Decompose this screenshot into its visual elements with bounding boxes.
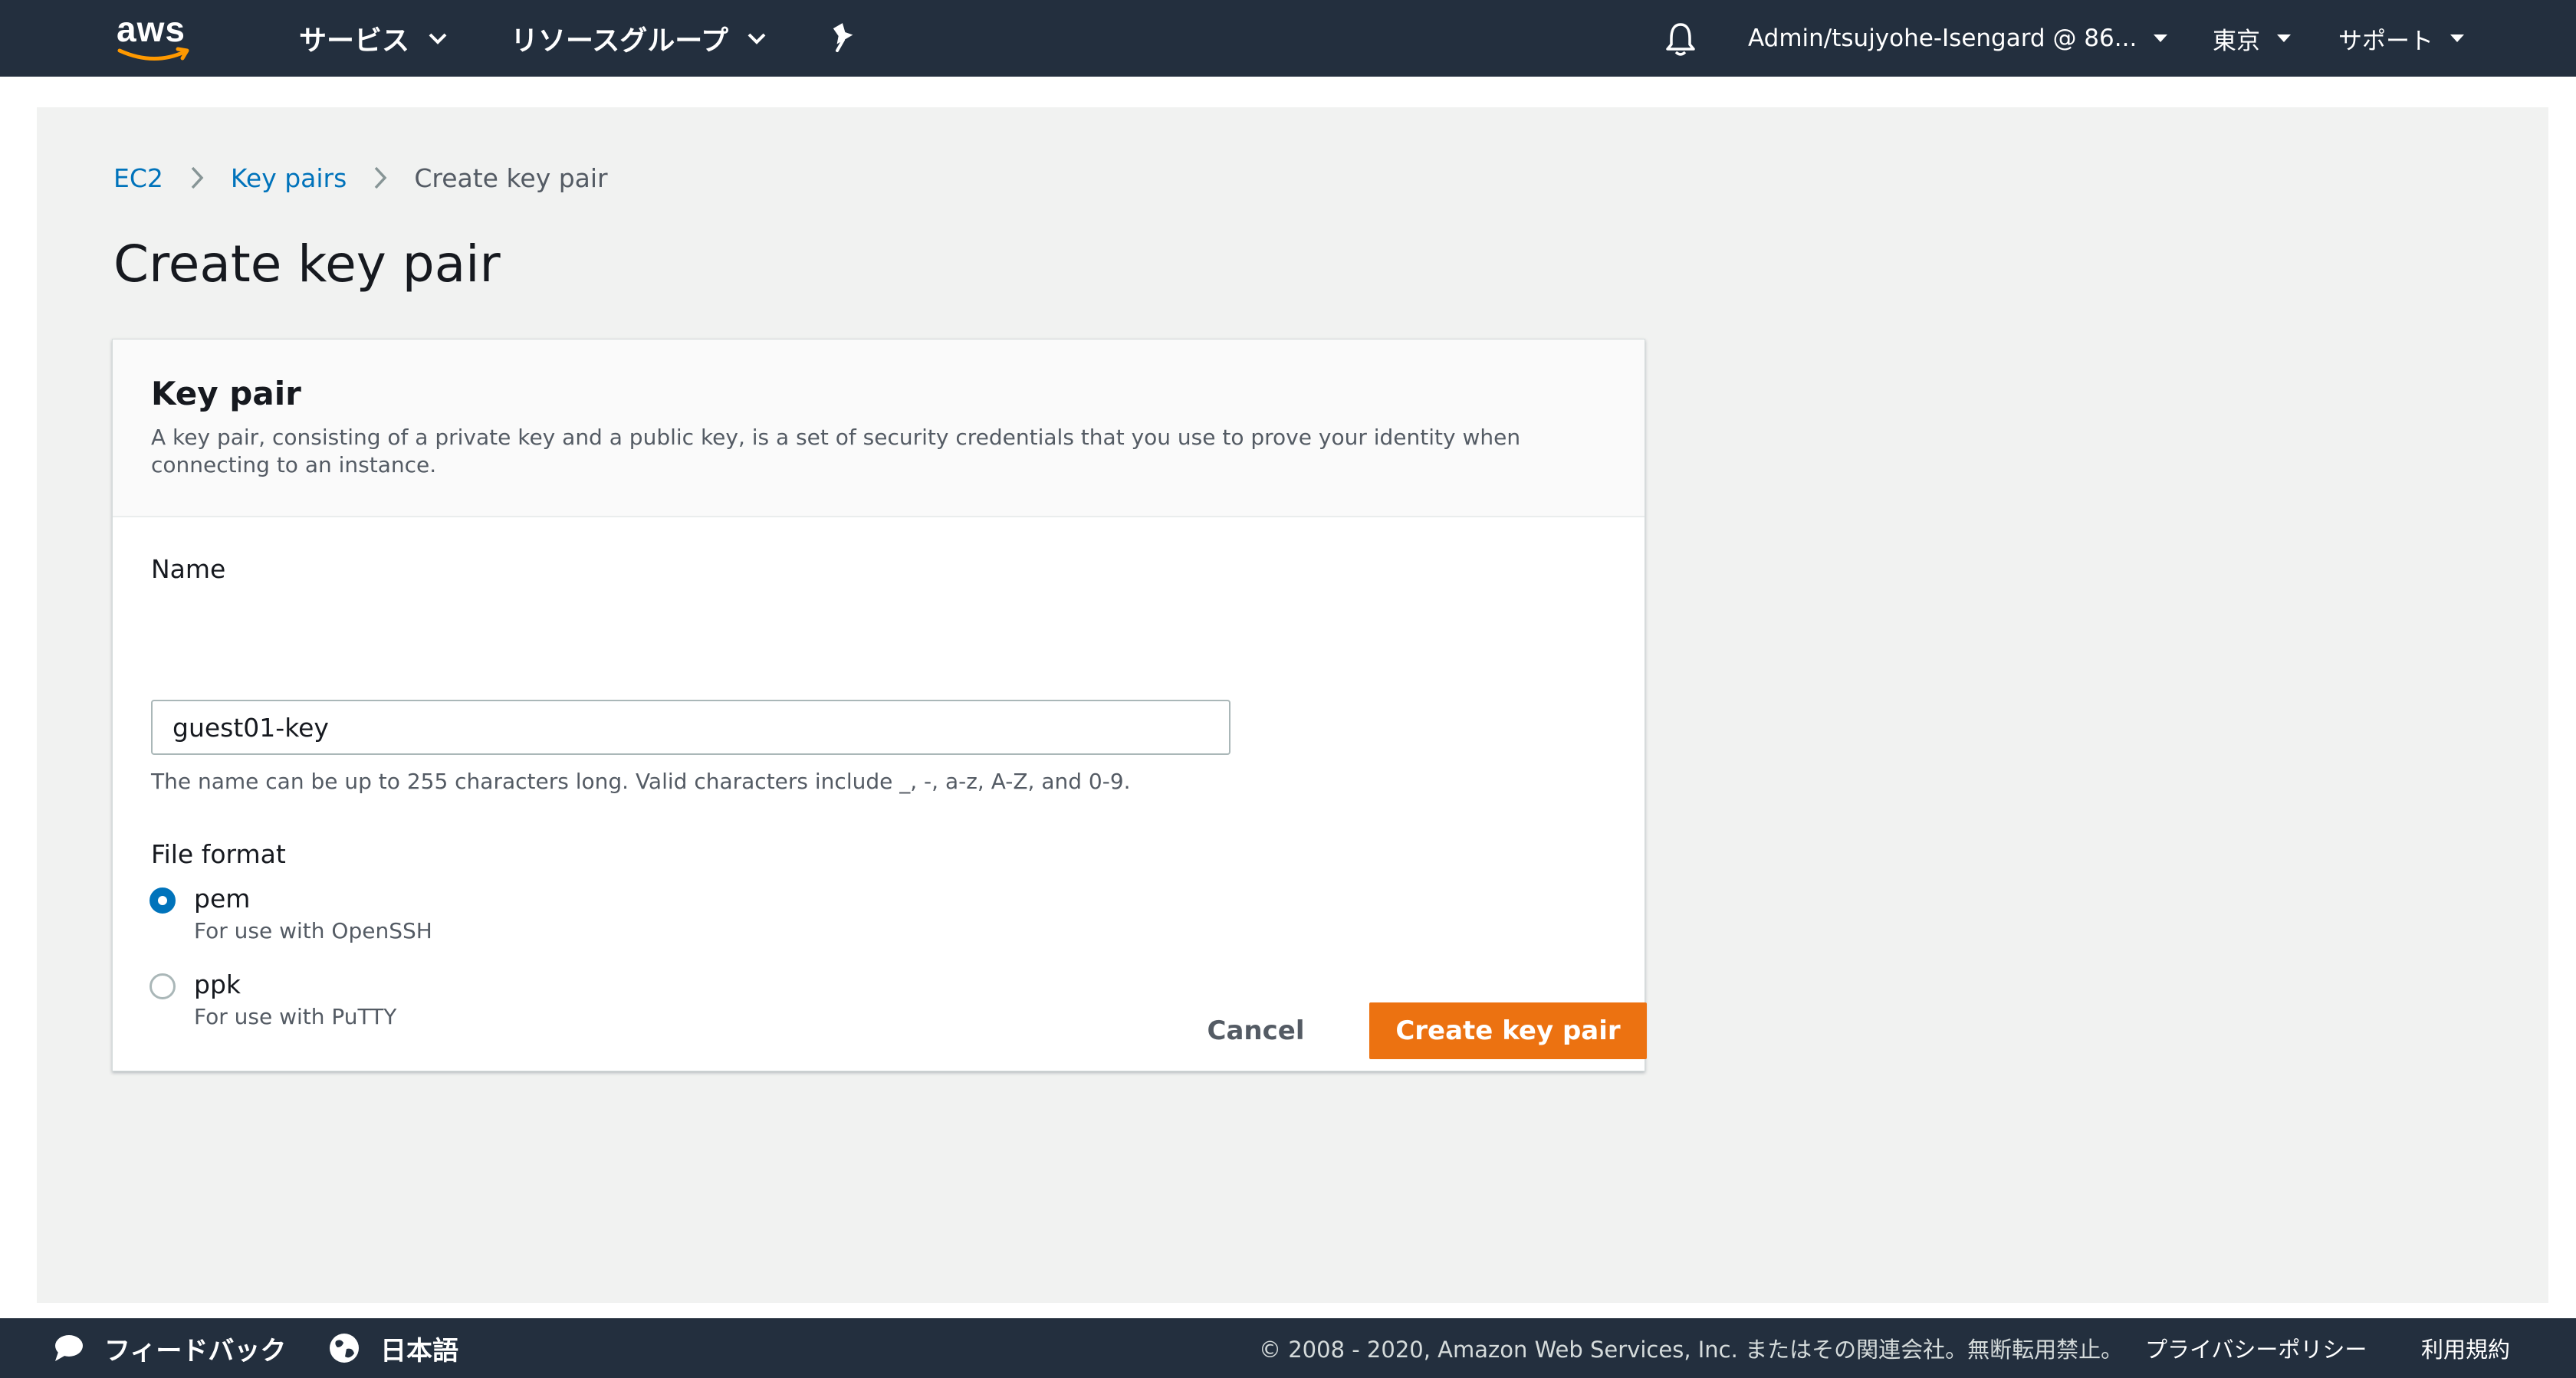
breadcrumb-current: Create key pair	[414, 162, 608, 193]
breadcrumb: EC2 Key pairs Create key pair	[113, 156, 608, 199]
region-label: 東京	[2213, 27, 2260, 55]
region-menu[interactable]: 東京	[2213, 17, 2291, 60]
support-menu[interactable]: サポート	[2338, 17, 2464, 60]
bell-icon[interactable]	[1664, 20, 1697, 58]
account-menu[interactable]: Admin/tsujyohe-Isengard @ 86...	[1748, 17, 2168, 60]
ppk-description: For use with PuTTY	[194, 1004, 397, 1029]
globe-icon	[330, 1334, 359, 1363]
account-label: Admin/tsujyohe-Isengard @ 86...	[1748, 25, 2137, 52]
ppk-label: ppk	[194, 970, 242, 999]
chevron-right-icon	[191, 166, 204, 189]
name-constraint-hint: The name can be up to 255 characters lon…	[151, 769, 1131, 794]
caret-down-icon	[2450, 34, 2464, 42]
pin-icon[interactable]	[828, 21, 859, 55]
file-format-pem-option[interactable]: pem For use with OpenSSH	[150, 882, 432, 947]
pem-description: For use with OpenSSH	[194, 918, 432, 943]
radio-pem-selected[interactable]	[150, 887, 176, 914]
panel-description: A key pair, consisting of a private key …	[151, 425, 1521, 477]
services-label: サービス	[299, 25, 410, 57]
breadcrumb-ec2-link[interactable]: EC2	[113, 163, 163, 193]
support-label: サポート	[2338, 27, 2433, 55]
pem-label: pem	[194, 884, 251, 914]
chevron-right-icon	[375, 166, 387, 189]
file-format-label: File format	[151, 839, 286, 869]
file-format-ppk-option[interactable]: ppk For use with PuTTY	[150, 968, 396, 1032]
feedback-label: フィードバック	[104, 1335, 287, 1367]
feedback-link[interactable]: フィードバック	[52, 1318, 286, 1378]
aws-logo[interactable]: aws	[113, 11, 198, 64]
services-menu[interactable]: サービス	[299, 17, 448, 60]
privacy-policy-link[interactable]: プライバシーポリシー	[2145, 1318, 2367, 1378]
resource-groups-menu[interactable]: リソースグループ	[511, 17, 767, 60]
name-field-label: Name	[151, 554, 226, 584]
footer: フィードバック 日本語 © 2008 - 2020, Amazon Web Se…	[0, 1318, 2576, 1378]
main-content: EC2 Key pairs Create key pair Create key…	[37, 107, 2548, 1303]
language-label: 日本語	[380, 1335, 458, 1367]
top-navigation-bar: aws サービス リソースグループ Admin/tsujyohe-Isengar…	[0, 0, 2576, 77]
svg-text:aws: aws	[117, 11, 186, 49]
chevron-down-icon	[748, 33, 766, 44]
key-pair-panel: Key pair A key pair, consisting of a pri…	[112, 339, 1645, 1071]
create-key-pair-button[interactable]: Create key pair	[1369, 1002, 1647, 1059]
breadcrumb-key-pairs-link[interactable]: Key pairs	[231, 163, 347, 193]
key-pair-name-input[interactable]	[151, 700, 1230, 755]
page-title: Create key pair	[113, 235, 501, 294]
chevron-down-icon	[429, 33, 447, 44]
language-selector[interactable]: 日本語	[328, 1318, 458, 1378]
caret-down-icon	[2154, 34, 2168, 42]
panel-header: Key pair A key pair, consisting of a pri…	[113, 340, 1644, 517]
cancel-button[interactable]: Cancel	[1187, 1002, 1325, 1059]
copyright-text: © 2008 - 2020, Amazon Web Services, Inc.…	[1259, 1337, 2124, 1363]
speech-bubble-icon	[55, 1335, 83, 1361]
radio-ppk[interactable]	[150, 973, 176, 999]
caret-down-icon	[2277, 34, 2291, 42]
terms-link[interactable]: 利用規約	[2421, 1318, 2510, 1378]
resource-groups-label: リソースグループ	[511, 25, 729, 57]
panel-title: Key pair	[151, 375, 301, 412]
